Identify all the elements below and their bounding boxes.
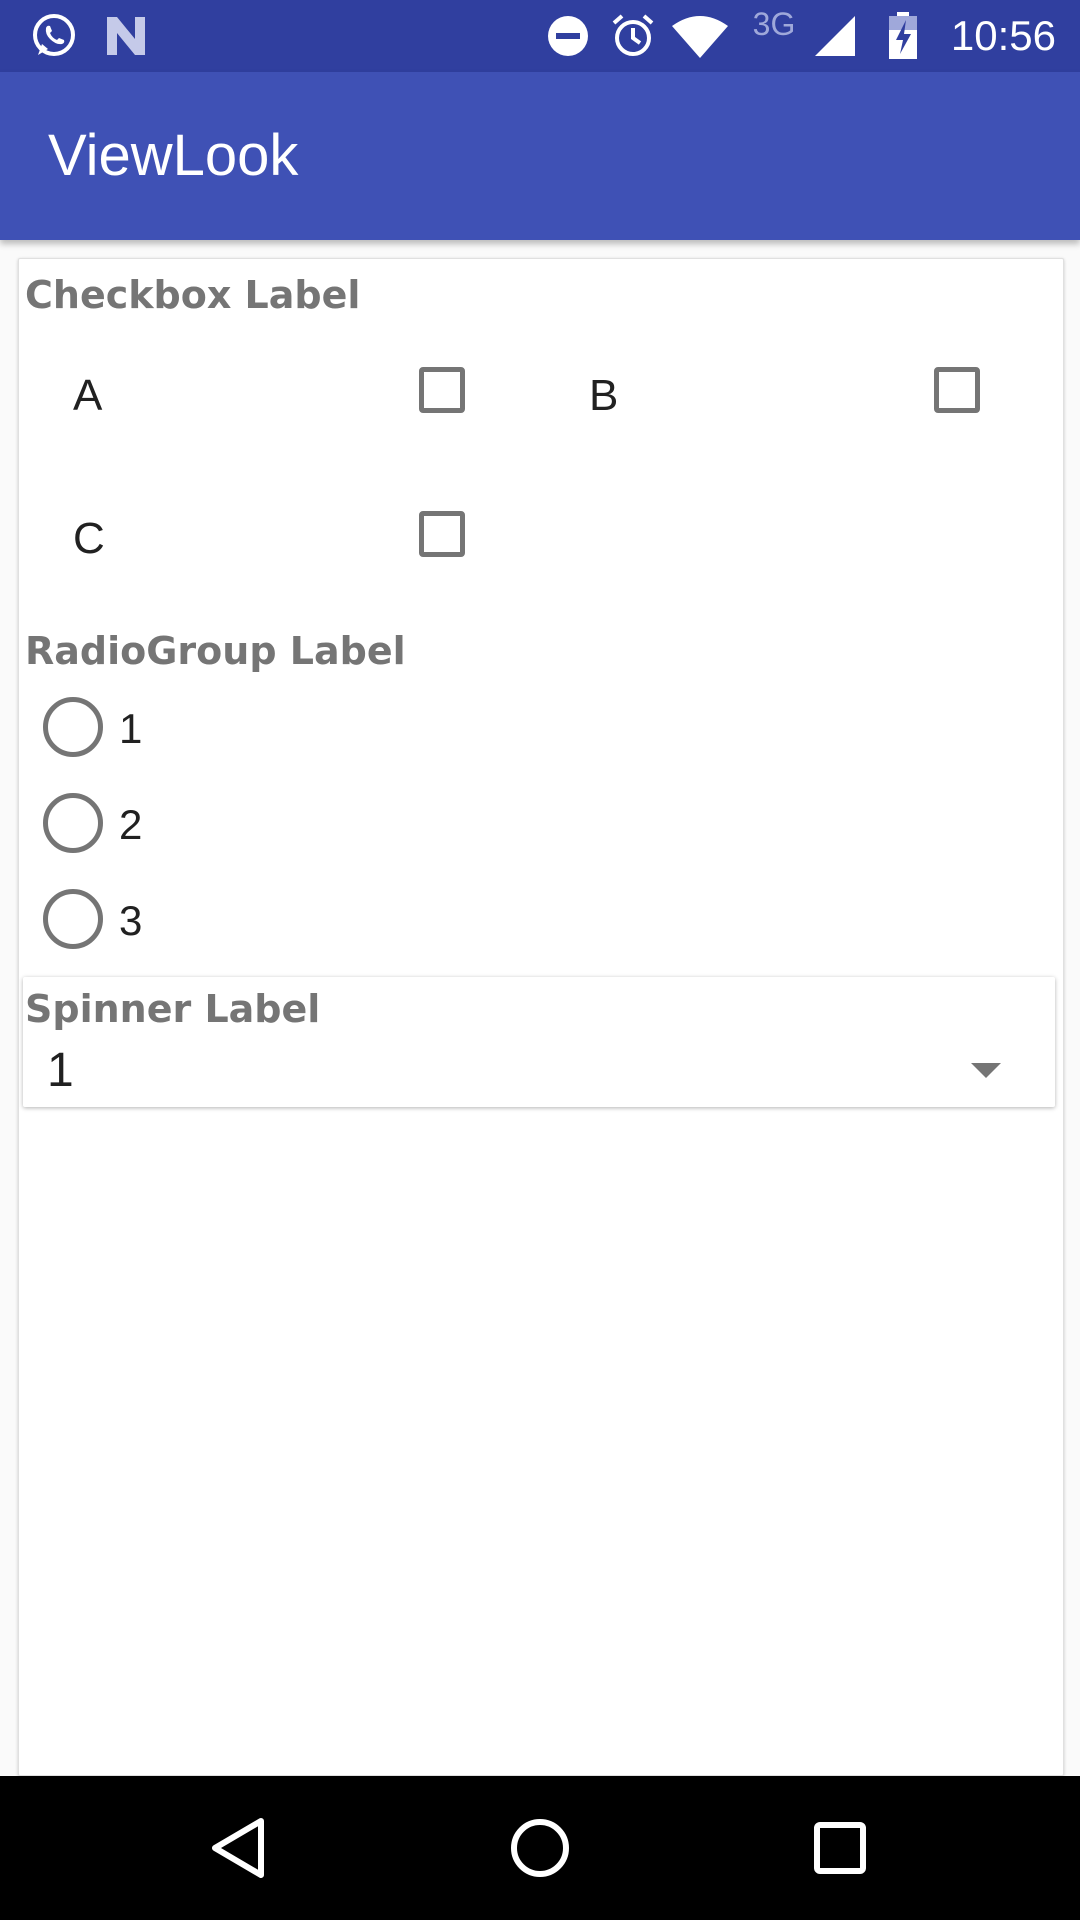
checkbox-section-label: Checkbox Label [25,273,361,317]
status-bar: 3G 10:56 [0,0,1080,72]
whatsapp-icon [26,12,82,60]
checkbox-c[interactable] [419,511,465,557]
radio-label-1: 1 [119,705,143,752]
spinner-dropdown[interactable]: Spinner Label 1 [23,977,1055,1107]
radio-button-1[interactable] [43,697,103,757]
signal-icon [812,12,858,60]
checkbox-label-a: A [73,371,103,420]
radio-label-2: 2 [119,801,143,848]
radio-button-3[interactable] [43,889,103,949]
form-card: Checkbox Label A B C RadioGroup Label 1 … [18,258,1064,1776]
recents-square-icon [814,1822,866,1874]
spinner-selected-value: 1 [47,1044,74,1097]
dropdown-arrow-icon [971,1063,1001,1078]
do-not-disturb-icon [544,12,592,60]
checkbox-a[interactable] [419,367,465,413]
network-type: 3G [752,5,796,42]
status-time: 10:56 [950,12,1056,59]
radio-label-3: 3 [119,897,143,944]
radiogroup-section-label: RadioGroup Label [25,629,406,673]
wifi-icon [670,12,730,60]
back-button[interactable] [192,1800,288,1896]
recents-button[interactable] [792,1800,888,1896]
checkbox-b[interactable] [934,367,980,413]
battery-charging-icon [886,12,920,60]
alarm-icon [608,12,658,60]
app-bar: ViewLook [0,72,1080,240]
app-title: ViewLook [48,123,299,188]
checkbox-label-b: B [589,371,619,420]
navigation-bar [0,1776,1080,1920]
radio-button-2[interactable] [43,793,103,853]
spinner-section-label: Spinner Label [25,987,321,1031]
home-circle-icon [511,1819,569,1877]
home-button[interactable] [492,1800,588,1896]
checkbox-label-c: C [73,514,105,563]
back-triangle-icon [212,1818,264,1878]
n-icon [102,12,150,60]
